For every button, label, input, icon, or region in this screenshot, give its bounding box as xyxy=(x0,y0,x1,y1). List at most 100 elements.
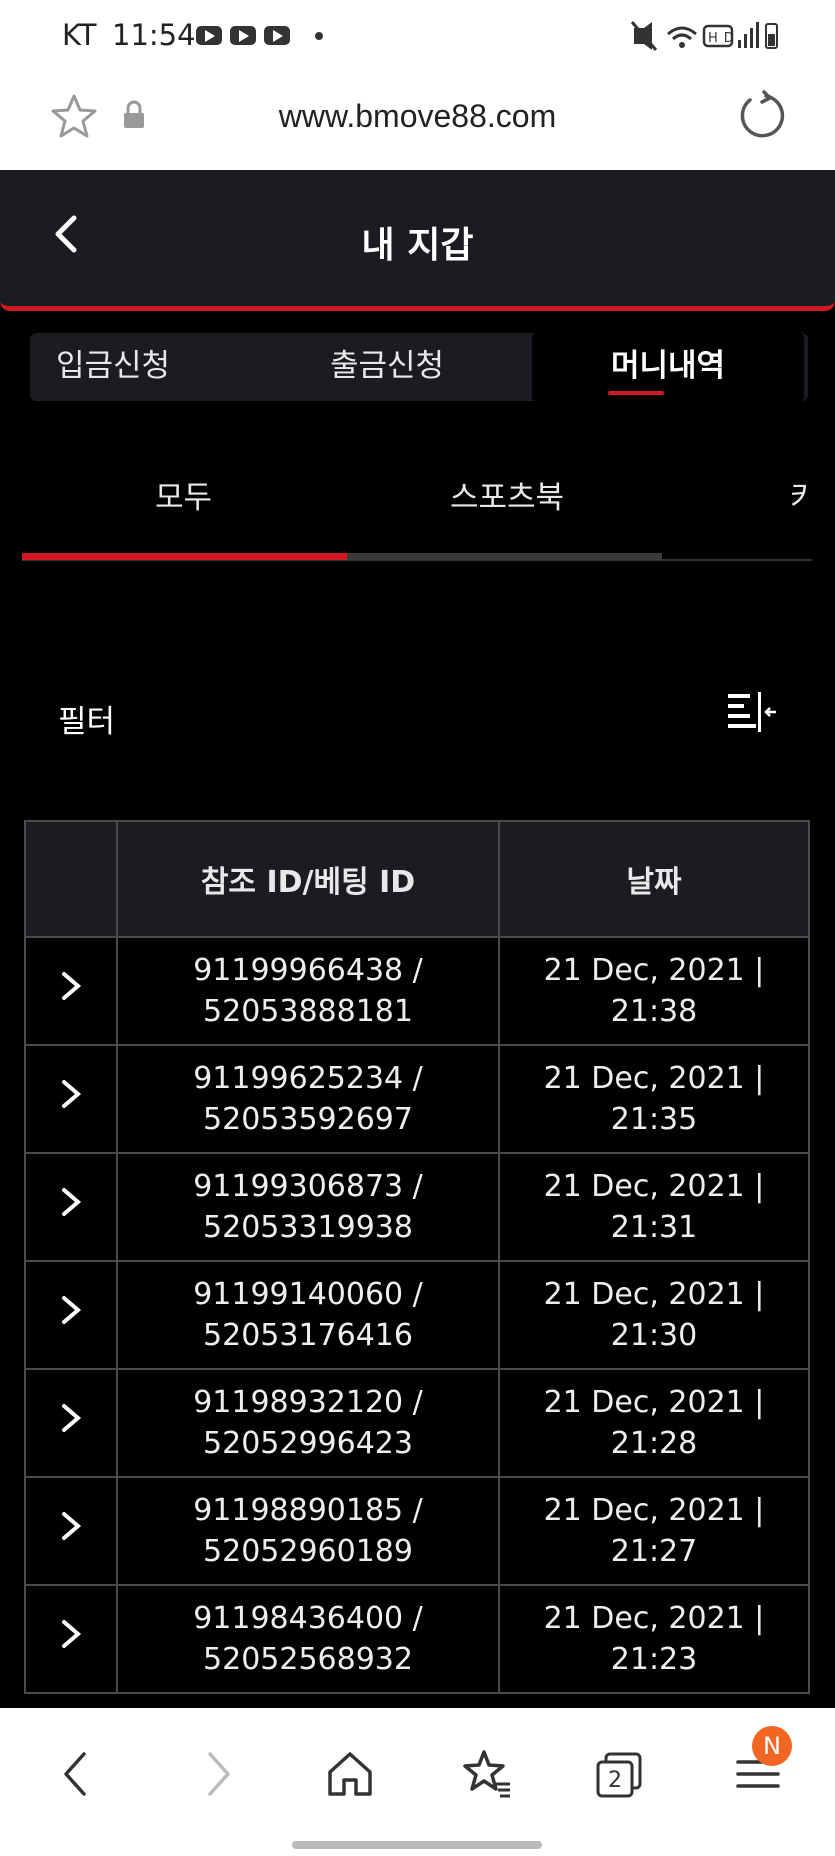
bet-id: 52053592697 xyxy=(203,1102,413,1137)
table-row[interactable]: 91198436400 /52052568932 21 Dec, 2021 | 2… xyxy=(24,1584,810,1694)
date-value: 21 Dec, 2021 | xyxy=(543,1169,765,1204)
menu-notification-badge: N xyxy=(752,1726,792,1766)
time-value: 21:27 xyxy=(610,1534,698,1569)
home-icon[interactable] xyxy=(322,1746,378,1802)
table-row[interactable]: 91198890185 /52052960189 21 Dec, 2021 | 2… xyxy=(24,1476,810,1586)
bet-id: 52053176416 xyxy=(203,1318,413,1353)
reload-icon[interactable] xyxy=(736,90,786,140)
wallet-tabs: 입금신청 출금신청 머니내역 xyxy=(30,333,808,401)
table-row[interactable]: 91199966438 /52053888181 21 Dec, 2021 | 2… xyxy=(24,936,810,1046)
reference-id-column-header: 참조 ID/베팅 ID xyxy=(116,820,500,938)
chevron-right-icon[interactable] xyxy=(58,1510,84,1542)
time-value: 21:31 xyxy=(610,1210,698,1245)
tab-money-history[interactable]: 머니내역 xyxy=(532,333,804,401)
reference-id-cell: 91198932120 / 52052996423 xyxy=(116,1368,500,1478)
gesture-home-bar[interactable] xyxy=(292,1841,542,1849)
chevron-right-icon[interactable] xyxy=(58,970,84,1002)
chevron-right-icon[interactable] xyxy=(58,1618,84,1650)
url-text[interactable]: www.bmove88.com xyxy=(0,98,835,135)
expand-cell[interactable] xyxy=(24,1476,118,1586)
table-header-row: 참조 ID/베팅 ID 날짜 xyxy=(24,820,810,938)
browser-forward-icon[interactable] xyxy=(188,1746,244,1802)
reference-id: 91199966438 / xyxy=(193,953,423,988)
date-cell: 21 Dec, 2021 | 21:38 xyxy=(498,936,810,1046)
date-value: 21 Dec, 2021 | xyxy=(543,1277,765,1312)
chevron-right-icon[interactable] xyxy=(58,1294,84,1326)
chevron-right-icon[interactable] xyxy=(58,1078,84,1110)
page-header: 내 지갑 xyxy=(0,170,835,311)
tab-count: 2 xyxy=(608,1768,622,1793)
bet-id: 52053319938 xyxy=(203,1210,413,1245)
more-notifications-dot-icon xyxy=(315,32,323,40)
subtab-scroll-indicator xyxy=(22,553,812,561)
date-value: 21 Dec, 2021 | xyxy=(543,953,765,988)
subtab-sportsbook[interactable]: 스포츠북 xyxy=(450,472,564,517)
subtab-all[interactable]: 모두 xyxy=(155,472,212,517)
reference-id-cell: 91199625234 / 52053592697 xyxy=(116,1044,500,1154)
signal-wifi-battery-icon: HD xyxy=(630,21,778,51)
money-history-table: 참조 ID/베팅 ID 날짜 91199966438 /52053888181 … xyxy=(24,820,810,1694)
reference-id: 91198932120 / xyxy=(193,1385,423,1420)
date-value: 21 Dec, 2021 | xyxy=(543,1493,765,1528)
reference-id: 91199140060 / xyxy=(193,1277,423,1312)
table-row[interactable]: 91199140060 /52053176416 21 Dec, 2021 | 2… xyxy=(24,1260,810,1370)
expand-cell[interactable] xyxy=(24,1260,118,1370)
bet-id: 52052996423 xyxy=(203,1426,413,1461)
bet-id: 52052568932 xyxy=(203,1642,413,1677)
status-bar: KT 11:54 HD xyxy=(0,0,835,72)
expand-cell[interactable] xyxy=(24,1368,118,1478)
chevron-right-icon[interactable] xyxy=(58,1186,84,1218)
date-cell: 21 Dec, 2021 | 21:35 xyxy=(498,1044,810,1154)
table-row[interactable]: 91198932120 /52052996423 21 Dec, 2021 | 2… xyxy=(24,1368,810,1478)
svg-text:HD: HD xyxy=(708,31,740,46)
table-row[interactable]: 91199625234 /52053592697 21 Dec, 2021 | 2… xyxy=(24,1044,810,1154)
expand-cell[interactable] xyxy=(24,936,118,1046)
reference-id: 91198890185 / xyxy=(193,1493,423,1528)
date-value: 21 Dec, 2021 | xyxy=(543,1061,765,1096)
page-title: 내 지갑 xyxy=(361,225,474,266)
expand-cell[interactable] xyxy=(24,1584,118,1694)
youtube-notification-icon xyxy=(196,26,222,45)
expand-cell[interactable] xyxy=(24,1152,118,1262)
expand-cell[interactable] xyxy=(24,1044,118,1154)
reference-id: 91199625234 / xyxy=(193,1061,423,1096)
reference-id: 91198436400 / xyxy=(193,1601,423,1636)
bet-id: 52053888181 xyxy=(203,994,413,1029)
date-cell: 21 Dec, 2021 | 21:31 xyxy=(498,1152,810,1262)
time-value: 21:23 xyxy=(610,1642,698,1677)
bet-id: 52052960189 xyxy=(203,1534,413,1569)
tab-withdraw-request[interactable]: 출금신청 xyxy=(330,333,444,401)
browser-url-bar: www.bmove88.com xyxy=(0,72,835,171)
time-value: 21:30 xyxy=(610,1318,698,1353)
reference-id: 91199306873 / xyxy=(193,1169,423,1204)
time-value: 21:38 xyxy=(610,994,698,1029)
date-column-header: 날짜 xyxy=(498,820,810,938)
active-tab-indicator xyxy=(608,391,664,395)
youtube-notification-icon xyxy=(230,26,256,45)
time-value: 21:28 xyxy=(610,1426,698,1461)
reference-id-cell: 91199140060 / 52053176416 xyxy=(116,1260,500,1370)
date-cell: 21 Dec, 2021 | 21:28 xyxy=(498,1368,810,1478)
subtab-casino-partial[interactable]: 카 xyxy=(790,472,810,517)
system-status-icons: HD xyxy=(630,20,780,58)
date-cell: 21 Dec, 2021 | 21:30 xyxy=(498,1260,810,1370)
table-row[interactable]: 91199306873 /52053319938 21 Dec, 2021 | 2… xyxy=(24,1152,810,1262)
filter-label: 필터 xyxy=(58,704,116,740)
youtube-notification-icon xyxy=(264,26,290,45)
filter-toggle-icon[interactable] xyxy=(726,690,778,734)
expand-column-header xyxy=(24,820,118,938)
tab-deposit-request[interactable]: 입금신청 xyxy=(56,333,170,401)
date-cell: 21 Dec, 2021 | 21:27 xyxy=(498,1476,810,1586)
bookmarks-star-icon[interactable] xyxy=(458,1746,514,1802)
date-value: 21 Dec, 2021 | xyxy=(543,1601,765,1636)
status-time: 11:54 xyxy=(112,18,196,52)
date-cell: 21 Dec, 2021 | 21:23 xyxy=(498,1584,810,1694)
date-value: 21 Dec, 2021 | xyxy=(543,1385,765,1420)
chevron-right-icon[interactable] xyxy=(58,1402,84,1434)
reference-id-cell: 91198436400 / 52052568932 xyxy=(116,1584,500,1694)
reference-id-cell: 91199306873 / 52053319938 xyxy=(116,1152,500,1262)
reference-id-cell: 91199966438 / 52053888181 xyxy=(116,936,500,1046)
browser-back-icon[interactable] xyxy=(50,1746,106,1802)
time-value: 21:35 xyxy=(610,1102,698,1137)
carrier-label: KT xyxy=(62,18,97,52)
